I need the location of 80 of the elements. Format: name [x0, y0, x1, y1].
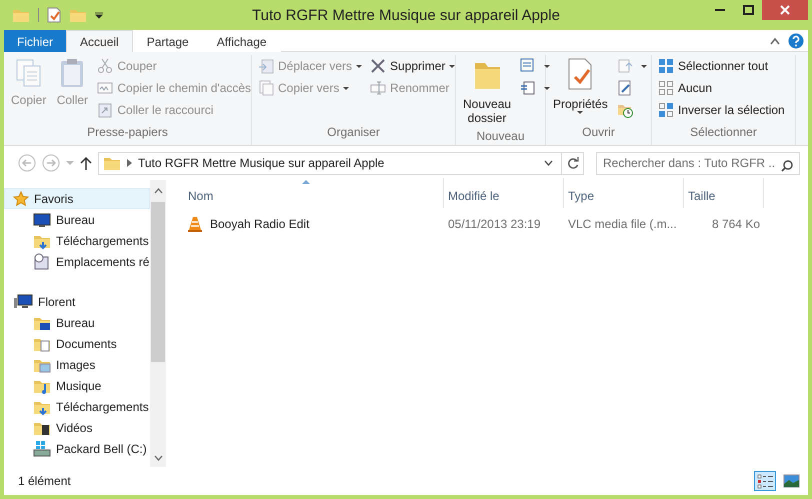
- places-icon: [33, 252, 51, 270]
- ribbon-tab[interactable]: Fichier: [4, 30, 66, 52]
- select-all-icon: [658, 58, 674, 74]
- history-icon: [616, 102, 633, 118]
- ribbon-button[interactable]: Propriétés: [550, 55, 611, 123]
- search-icon: [781, 160, 793, 172]
- group-label: Nouveau: [475, 128, 526, 145]
- search-field[interactable]: Rechercher dans : Tuto RGFR ...: [596, 152, 800, 174]
- address-bar[interactable]: Tuto RGFR Mettre Musique sur appareil Apple: [98, 152, 584, 174]
- rename-icon: [370, 80, 386, 96]
- nav-item[interactable]: Vidéos: [4, 417, 150, 438]
- file-date: 05/11/2013 23:19: [448, 217, 541, 231]
- column-header[interactable]: Modifié le: [444, 178, 564, 208]
- nav-item[interactable]: Emplacements ré: [4, 251, 150, 272]
- refresh-icon: [566, 157, 578, 169]
- file-type: VLC media file (.m...: [568, 217, 677, 231]
- group-label: Ouvrir: [581, 124, 616, 141]
- computer-icon: [13, 294, 33, 310]
- nav-item[interactable]: Musique: [4, 375, 150, 396]
- collapse-ribbon-icon: [770, 36, 780, 44]
- help-icon: [788, 32, 804, 48]
- nav-item[interactable]: Documents: [4, 333, 150, 354]
- details-view-icon: [756, 473, 774, 489]
- file-name[interactable]: Booyah Radio Edit: [210, 215, 310, 233]
- star-icon: [13, 190, 29, 206]
- group-label: Organiser: [326, 124, 381, 141]
- up-icon: [80, 156, 92, 170]
- scissors-icon: [97, 58, 114, 74]
- file-size: 8 764 Ko: [712, 217, 760, 231]
- nav-item[interactable]: Téléchargements: [4, 396, 150, 417]
- traffic-cone-icon: [188, 216, 202, 232]
- path-icon: [97, 80, 114, 96]
- dropdown-icon: [66, 160, 74, 166]
- sort-arrow-icon: [302, 179, 310, 184]
- close-icon: [780, 5, 790, 15]
- column-header[interactable]: Nom: [184, 178, 444, 208]
- nav-item[interactable]: Packard Bell (C:): [4, 438, 150, 459]
- select-none-icon: [658, 80, 674, 96]
- group-label: Sélectionner: [689, 124, 758, 141]
- view-toggle[interactable]: [754, 471, 776, 491]
- minimize-icon: [715, 9, 725, 11]
- nav-item[interactable]: Téléchargements: [4, 230, 150, 251]
- large-icons-view-icon: [782, 473, 800, 489]
- monitor-icon: [33, 212, 51, 228]
- properties-icon: [47, 7, 61, 23]
- invert-selection-icon: [658, 102, 674, 118]
- back-icon: [18, 154, 36, 172]
- nav-item[interactable]: Bureau: [4, 312, 150, 333]
- dropdown-icon: [544, 160, 553, 166]
- column-header[interactable]: Taille: [684, 178, 764, 208]
- group-label: Presse-papiers: [86, 124, 169, 141]
- ribbon-button[interactable]: Sélectionner tout: [656, 55, 787, 77]
- forward-icon: [42, 154, 60, 172]
- delete-icon: [370, 58, 386, 74]
- ribbon-button[interactable]: Nouveau dossier: [460, 55, 514, 127]
- nav-item[interactable]: Favoris: [4, 188, 150, 209]
- scroll-up-icon: [154, 188, 162, 194]
- column-header[interactable]: Type: [564, 178, 684, 208]
- ribbon-button[interactable]: Supprimer: [368, 55, 458, 77]
- shortcut-icon: [97, 102, 114, 118]
- dropdown-icon: [95, 11, 103, 19]
- window-title: Tuto RGFR Mettre Musique sur appareil Apple: [252, 6, 560, 26]
- nav-item[interactable]: Images: [4, 354, 150, 375]
- item-count: 1 élément: [18, 473, 71, 490]
- breadcrumb[interactable]: Tuto RGFR Mettre Musique sur appareil Apple: [138, 154, 384, 172]
- ribbon-button[interactable]: Inverser la sélection: [656, 99, 787, 121]
- chevron-icon: [127, 159, 132, 167]
- close-button[interactable]: [762, 0, 808, 20]
- ribbon-button[interactable]: Aucun: [656, 77, 787, 99]
- maximize-icon: [742, 5, 754, 15]
- scrollbar[interactable]: [150, 180, 166, 467]
- drive-icon: [33, 440, 51, 458]
- nav-item[interactable]: Bureau: [4, 209, 150, 230]
- pencil-icon: [616, 80, 633, 96]
- nav-item[interactable]: Florent: [4, 291, 150, 312]
- scrollbar-thumb[interactable]: [151, 202, 165, 362]
- copy-folder-icon: [258, 80, 274, 96]
- ribbon-tab[interactable]: Accueil: [66, 30, 133, 52]
- move-folder-icon: [258, 58, 274, 74]
- scroll-down-icon: [154, 455, 162, 461]
